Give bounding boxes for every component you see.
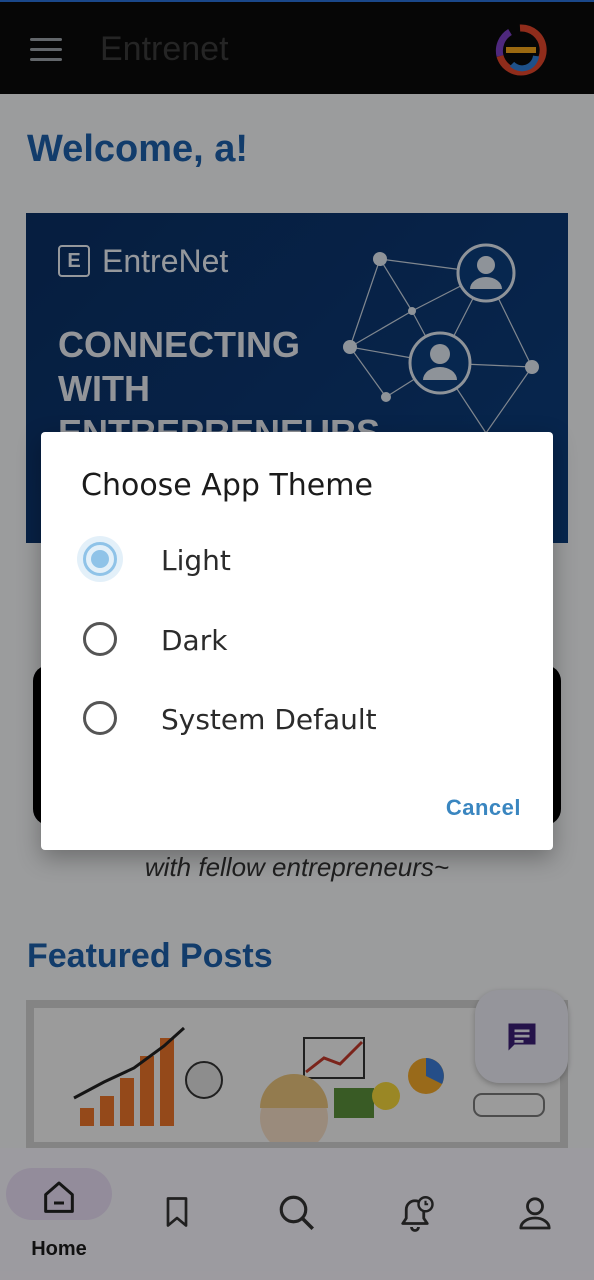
- option-label-dark: Dark: [161, 624, 228, 657]
- option-label-system: System Default: [161, 703, 377, 736]
- theme-option-dark[interactable]: Dark: [41, 606, 553, 676]
- theme-dialog: Choose App Theme Light Dark System Defau…: [41, 432, 553, 850]
- theme-option-light[interactable]: Light: [41, 526, 553, 596]
- cancel-button[interactable]: Cancel: [421, 790, 521, 826]
- option-label-light: Light: [161, 544, 231, 577]
- radio-light[interactable]: [83, 542, 117, 576]
- radio-system-default[interactable]: [83, 701, 117, 735]
- radio-dark[interactable]: [83, 622, 117, 656]
- dialog-title: Choose App Theme: [81, 468, 373, 503]
- theme-option-system[interactable]: System Default: [41, 685, 553, 755]
